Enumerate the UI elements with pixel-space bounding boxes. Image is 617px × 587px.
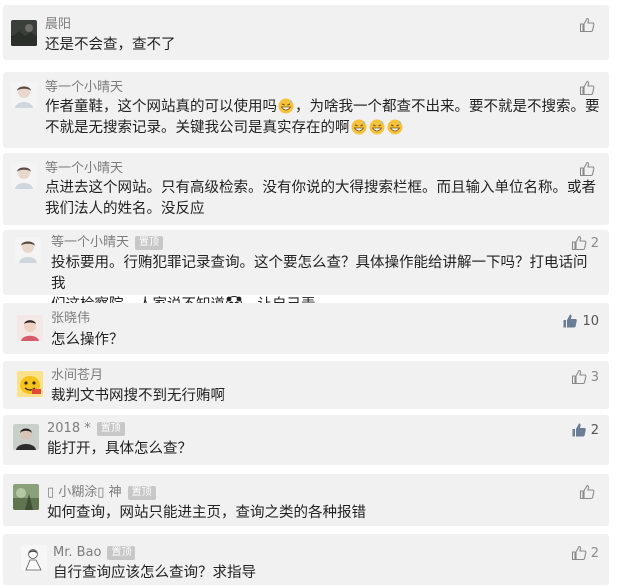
comment-card: ▯ 小糊涂▯ 神置顶 如何查询，网站只能进主页，查询之类的各种报错	[3, 474, 609, 526]
avatar-girl-sketch-icon	[11, 163, 37, 189]
like-button[interactable]: 2	[571, 235, 599, 251]
avatar[interactable]	[17, 371, 43, 397]
avatar[interactable]	[15, 237, 41, 263]
comment-text: 如何查询，网站只能进主页，查询之类的各种报错	[47, 505, 366, 521]
avatar-boy-photo-icon	[17, 315, 43, 341]
avatar[interactable]	[11, 82, 37, 108]
like-count: 2	[590, 545, 599, 561]
comment-text: 裁判文书网搜不到无行贿啊	[51, 388, 225, 404]
avatar-nature-photo-icon	[13, 484, 39, 510]
like-button[interactable]: 2	[571, 422, 599, 438]
avatar[interactable]	[13, 484, 39, 510]
thumbs-up-icon	[579, 80, 595, 96]
comment-card: 水间苍月 裁判文书网搜不到无行贿啊 3	[3, 361, 609, 409]
like-count: 3	[590, 369, 599, 385]
comment-author[interactable]: ▯ 小糊涂▯ 神置顶	[47, 485, 156, 502]
avatar[interactable]	[17, 315, 43, 341]
grin-sweat-emoji-icon	[387, 119, 402, 135]
like-count: 2	[590, 422, 599, 438]
thumbs-up-icon	[579, 484, 595, 500]
comment-card: 张晓伟 怎么操作？ 10	[3, 303, 609, 354]
avatar-person-photo-icon	[13, 424, 39, 450]
comment-card: 晨阳 还是不会查，查不了	[3, 5, 609, 60]
avatar-girl-sketch-icon	[11, 82, 37, 108]
comment-card: 2018 * 置顶 能打开，具体怎么查？ 2	[3, 415, 609, 465]
comment-text: 能打开，具体怎么查？	[47, 441, 192, 457]
thumbs-up-icon	[571, 545, 587, 561]
grin-sweat-emoji-icon	[351, 119, 366, 135]
comment-author[interactable]: 等一个小晴天	[45, 161, 123, 178]
comment-card: 等一个小晴天 点进去这个网站。只有高级检索。没有你说的大得搜索栏框。而且输入单位…	[3, 153, 609, 225]
like-button[interactable]	[579, 161, 599, 177]
avatar[interactable]	[13, 424, 39, 450]
like-button[interactable]: 3	[571, 369, 599, 385]
like-button[interactable]: 10	[562, 313, 599, 329]
grin-sweat-emoji-icon	[369, 119, 384, 135]
comment-card: 等一个小晴天 置顶 投标要用。行贿犯罪记录查询。这个要怎么查？具体操作能给讲解一下…	[3, 230, 609, 313]
comment-author[interactable]: 张晓伟	[51, 311, 90, 328]
thumbs-up-filled-icon	[572, 423, 586, 437]
comment-text: 作者童鞋，这个网站真的可以使用吗 ，为啥我一个都查不出来。要不就是不搜索。要 不就…	[45, 98, 600, 136]
like-button[interactable]	[579, 17, 599, 33]
avatar-dark-landscape-icon	[11, 20, 37, 46]
comment-author[interactable]: Mr. Bao 置顶	[53, 545, 136, 562]
comment-author[interactable]: 2018 * 置顶	[47, 421, 125, 438]
avatar[interactable]	[21, 545, 47, 571]
like-count: 2	[590, 235, 599, 251]
avatar-girl-sketch-icon	[15, 237, 41, 263]
thumbs-up-icon	[579, 161, 595, 177]
comment-card: 等一个小晴天 作者童鞋，这个网站真的可以使用吗 ，为啥我一个都查不出来。要不就是不…	[3, 72, 609, 148]
avatar[interactable]	[11, 163, 37, 189]
pinned-badge: 置顶	[135, 236, 164, 250]
pinned-badge: 置顶	[127, 486, 156, 500]
thumbs-up-icon	[571, 235, 587, 251]
comment-author[interactable]: 水间苍月	[51, 368, 103, 385]
comment-author[interactable]: 等一个小晴天 置顶	[51, 235, 164, 252]
avatar-sketch-person-icon	[21, 545, 47, 571]
like-button[interactable]: 2	[571, 545, 599, 561]
like-button[interactable]	[579, 80, 599, 96]
thumbs-up-icon	[579, 17, 595, 33]
comment-list: 晨阳 还是不会查，查不了 等一个小晴天 作者童鞋，这个网站真的可以使用吗 ，为啥…	[0, 0, 617, 587]
pinned-badge: 置顶	[96, 422, 125, 436]
thumbs-up-icon	[571, 369, 587, 385]
comment-text: 点进去这个网站。只有高级检索。没有你说的大得搜索栏框。而且输入单位名称。或者 我…	[45, 180, 596, 217]
grin-sweat-emoji-icon	[278, 98, 294, 114]
comment-card: Mr. Bao 置顶 自行查询应该怎么查询？求指导 2	[3, 534, 609, 585]
thumbs-up-filled-icon	[563, 314, 578, 328]
like-button[interactable]	[579, 484, 599, 500]
comment-text: 自行查询应该怎么查询？求指导	[53, 565, 256, 581]
comment-author[interactable]: 晨阳	[45, 17, 71, 34]
comment-text: 还是不会查，查不了	[45, 37, 176, 53]
comment-text: 怎么操作？	[51, 332, 124, 348]
avatar[interactable]	[11, 20, 37, 46]
avatar-yellow-cartoon-icon	[17, 371, 43, 397]
like-count: 10	[582, 313, 599, 329]
comment-author[interactable]: 等一个小晴天	[45, 80, 123, 97]
pinned-badge: 置顶	[107, 546, 136, 560]
